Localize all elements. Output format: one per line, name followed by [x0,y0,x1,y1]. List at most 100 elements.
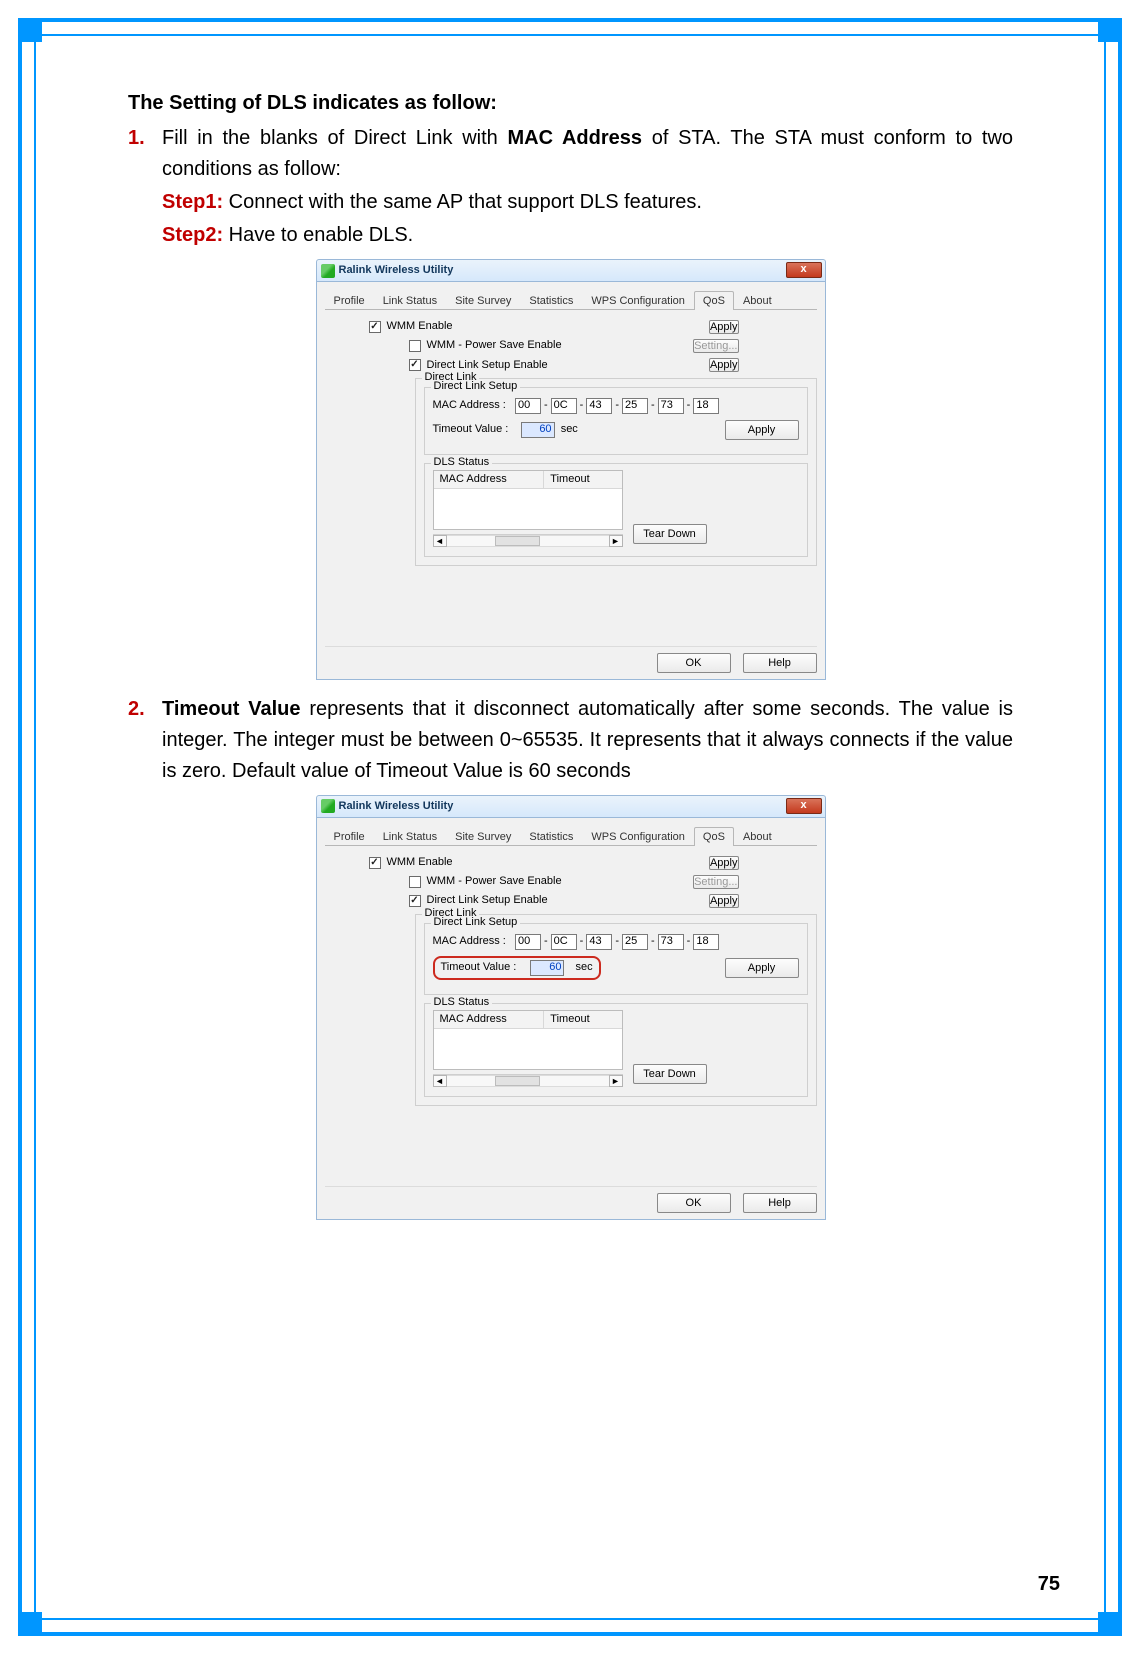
tab-about[interactable]: About [734,291,781,310]
mac-octet-5[interactable]: 18 [693,934,719,950]
scrollbar[interactable]: ◄ ► [433,534,623,548]
tab-site survey[interactable]: Site Survey [446,291,520,310]
help-button[interactable]: Help [743,1193,817,1213]
apply-button[interactable]: Apply [709,358,739,372]
checkbox-wmm-enable[interactable]: ✓ [369,857,381,869]
mac-octet-2[interactable]: 43 [586,934,612,950]
list-number: 1. [128,123,162,185]
text: Fill in the blanks of Direct Link with [162,127,507,149]
tab-site survey[interactable]: Site Survey [446,827,520,846]
teardown-button[interactable]: Tear Down [633,1064,707,1084]
mac-label: MAC Address : [433,399,506,412]
mac-sep: - [615,399,619,412]
mac-sep: - [651,399,655,412]
mac-octet-5[interactable]: 18 [693,398,719,414]
mac-octet-1[interactable]: 0C [551,934,577,950]
dls-status-table: MAC Address Timeout [433,470,623,530]
mac-sep: - [687,935,691,948]
titlebar: Ralink Wireless Utility x [316,795,826,817]
section-heading: The Setting of DLS indicates as follow: [128,88,1013,119]
scroll-thumb[interactable] [495,1076,540,1086]
scroll-right-icon[interactable]: ► [609,535,623,547]
mac-octet-1[interactable]: 0C [551,398,577,414]
tab-statistics[interactable]: Statistics [520,827,582,846]
col-mac-address[interactable]: MAC Address [434,471,545,488]
apply-button[interactable]: Apply [709,320,739,334]
mac-octet-3[interactable]: 25 [622,398,648,414]
step-2: Step2: Have to enable DLS. [162,220,1013,251]
timeout-input[interactable]: 60 [521,422,555,438]
scrollbar[interactable]: ◄ ► [433,1074,623,1088]
apply-button[interactable]: Apply [725,420,799,440]
checkbox-wmm-ps[interactable] [409,876,421,888]
step-label: Step2: [162,224,223,246]
window-title: Ralink Wireless Utility [339,800,454,813]
tab-profile[interactable]: Profile [325,827,374,846]
checkbox-wmm-ps[interactable] [409,340,421,352]
timeout-unit: sec [576,961,593,974]
mac-octet-4[interactable]: 73 [658,398,684,414]
tab-wps configuration[interactable]: WPS Configuration [582,827,694,846]
checkbox-dls-enable[interactable]: ✓ [409,359,421,371]
step-label: Step1: [162,191,223,213]
teardown-button[interactable]: Tear Down [633,524,707,544]
list-item-1: 1. Fill in the blanks of Direct Link wit… [128,123,1013,185]
ok-button[interactable]: OK [657,653,731,673]
mac-octet-3[interactable]: 25 [622,934,648,950]
mac-sep: - [687,399,691,412]
fieldset-dls-setup: Direct Link Setup MAC Address : 00 - 0C … [424,387,808,455]
dls-status-table: MAC Address Timeout [433,1010,623,1070]
close-button[interactable]: x [786,262,822,278]
col-mac-address[interactable]: MAC Address [434,1011,545,1028]
step-text: Have to enable DLS. [223,224,413,246]
scroll-left-icon[interactable]: ◄ [433,535,447,547]
label-wmm-enable: WMM Enable [387,856,453,869]
close-button[interactable]: x [786,798,822,814]
tab-qos[interactable]: QoS [694,291,734,310]
tab-profile[interactable]: Profile [325,291,374,310]
tab-wps configuration[interactable]: WPS Configuration [582,291,694,310]
checkbox-wmm-enable[interactable]: ✓ [369,321,381,333]
timeout-label: Timeout Value : [433,423,509,435]
dialog-screenshot-1: Ralink Wireless Utility x ProfileLink St… [316,259,826,680]
window-title: Ralink Wireless Utility [339,264,454,277]
help-button[interactable]: Help [743,653,817,673]
ok-button[interactable]: OK [657,1193,731,1213]
scroll-right-icon[interactable]: ► [609,1075,623,1087]
apply-button[interactable]: Apply [709,894,739,908]
mac-octet-0[interactable]: 00 [515,398,541,414]
timeout-label: Timeout Value : [441,961,517,974]
apply-button[interactable]: Apply [709,856,739,870]
bold-text: Timeout Value [162,698,301,720]
app-icon [321,799,335,813]
col-timeout[interactable]: Timeout [544,471,621,488]
tab-link status[interactable]: Link Status [374,827,446,846]
fieldset-dls-setup: Direct Link Setup MAC Address : 00 - 0C … [424,923,808,995]
page-number: 75 [1038,1573,1060,1596]
tab-statistics[interactable]: Statistics [520,291,582,310]
app-icon [321,264,335,278]
mac-sep: - [544,935,548,948]
apply-button[interactable]: Apply [725,958,799,978]
col-timeout[interactable]: Timeout [544,1011,621,1028]
dialog-screenshot-2: Ralink Wireless Utility x ProfileLink St… [316,795,826,1220]
step-text: Connect with the same AP that support DL… [223,191,702,213]
titlebar: Ralink Wireless Utility x [316,259,826,281]
legend-dls-setup: Direct Link Setup [431,380,521,393]
tab-bar: ProfileLink StatusSite SurveyStatisticsW… [325,826,817,846]
mac-sep: - [615,935,619,948]
tab-about[interactable]: About [734,827,781,846]
scroll-left-icon[interactable]: ◄ [433,1075,447,1087]
tab-link status[interactable]: Link Status [374,291,446,310]
checkbox-dls-enable[interactable]: ✓ [409,895,421,907]
mac-octet-2[interactable]: 43 [586,398,612,414]
mac-octet-0[interactable]: 00 [515,934,541,950]
scroll-thumb[interactable] [495,536,540,546]
legend-dls-status: DLS Status [431,996,493,1009]
timeout-input[interactable]: 60 [530,960,564,976]
mac-sep: - [651,935,655,948]
setting-button[interactable]: Setting... [693,875,738,889]
tab-qos[interactable]: QoS [694,827,734,846]
mac-octet-4[interactable]: 73 [658,934,684,950]
setting-button[interactable]: Setting... [693,339,738,353]
